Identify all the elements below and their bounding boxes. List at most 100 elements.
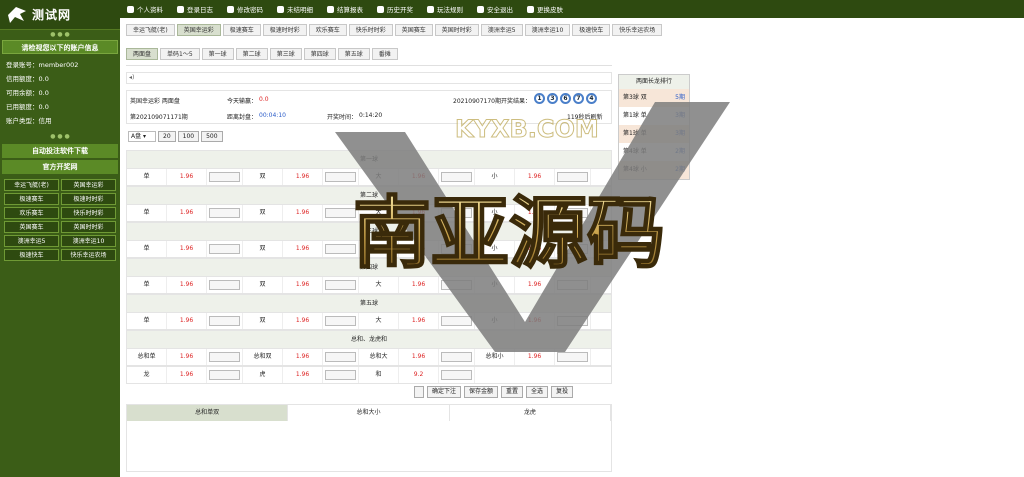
bet-amount-input[interactable] [209, 352, 240, 362]
chip-500[interactable]: 500 [201, 131, 223, 142]
game-link[interactable]: 英国时时彩 [61, 221, 116, 233]
bet-amount-input[interactable] [557, 244, 588, 254]
amount-input[interactable] [414, 386, 424, 398]
play-tab[interactable]: 第四球 [303, 48, 336, 60]
bet-row: 单 1.96 双 1.96 大 1.96 小 1.96 [126, 168, 612, 186]
game-tab[interactable]: 幸运飞艇(老) [126, 24, 175, 36]
bet-label: 双 [243, 169, 283, 185]
play-tab[interactable]: 第五球 [337, 48, 370, 60]
rank-item: 第1球 单 3期 [619, 107, 689, 125]
game-link[interactable]: 快乐幸运农场 [61, 249, 116, 261]
action-button[interactable]: 保存金额 [464, 386, 499, 398]
game-tab[interactable]: 澳洲幸运10 [524, 24, 571, 36]
play-tab[interactable]: 第三球 [269, 48, 302, 60]
bet-amount-input[interactable] [557, 208, 588, 218]
play-tab[interactable]: 单码1～5 [160, 48, 200, 60]
top-nav-item[interactable]: 个人资料 [127, 4, 163, 14]
game-tab[interactable]: 快乐时时彩 [348, 24, 393, 36]
top-nav-item[interactable]: 修改密码 [227, 4, 263, 14]
bet-amount-input[interactable] [325, 172, 356, 182]
bet-amount-input[interactable] [557, 316, 588, 326]
bet-amount-input[interactable] [325, 352, 356, 362]
game-tab[interactable]: 极速快车 [572, 24, 611, 36]
action-button[interactable]: 全选 [526, 386, 549, 398]
top-nav-item[interactable]: 玩法规则 [427, 4, 463, 14]
action-button[interactable]: 重置 [501, 386, 524, 398]
top-nav-item[interactable]: 结算报表 [327, 4, 363, 14]
game-tab[interactable]: 极速赛车 [222, 24, 261, 36]
summary-tab[interactable]: 总和单双 [127, 405, 289, 421]
game-tab[interactable]: 澳洲幸运5 [480, 24, 523, 36]
game-tab[interactable]: 欢乐赛车 [308, 24, 347, 36]
bet-amount-input[interactable] [325, 208, 356, 218]
top-nav-item[interactable]: 未结明细 [277, 4, 313, 14]
play-tab[interactable]: 番摊 [371, 48, 398, 60]
game-link[interactable]: 幸运飞艇(老) [4, 179, 59, 191]
plate-select[interactable]: A盘 ▾ [128, 131, 156, 142]
action-button[interactable]: 复投 [551, 386, 574, 398]
bet-amount-input[interactable] [441, 208, 472, 218]
bet-amount-input[interactable] [325, 280, 356, 290]
draw-info: 英国幸运彩 两面盘 今天输赢： 0.0 20210907170期开奖结果： 13… [126, 90, 612, 124]
chip-100[interactable]: 100 [177, 131, 200, 142]
bet-amount-input[interactable] [209, 208, 240, 218]
bet-label: 小 [475, 205, 515, 221]
game-link[interactable]: 英国幸运彩 [61, 179, 116, 191]
top-nav-item[interactable]: 安全退出 [477, 4, 513, 14]
summary-tabs: 总和单双 总和大小 龙虎 [127, 405, 611, 421]
top-nav-item[interactable]: 登录日志 [177, 4, 213, 14]
bet-amount-input[interactable] [441, 352, 472, 362]
bet-amount-input[interactable] [209, 370, 240, 380]
bet-amount-input[interactable] [325, 370, 356, 380]
bet-odds: 1.96 [399, 313, 439, 329]
game-links: 幸运飞艇(老) 英国幸运彩 极速赛车 极速时时彩 欢乐赛车 快乐时时彩 英国赛车 英国时时彩澳… [0, 176, 120, 264]
game-tab[interactable]: 英国赛车 [394, 24, 433, 36]
bet-amount-input[interactable] [209, 316, 240, 326]
play-tab[interactable]: 第二球 [235, 48, 268, 60]
game-link[interactable]: 极速快车 [4, 249, 59, 261]
bet-label: 总和小 [475, 349, 515, 365]
bet-amount-input[interactable] [441, 370, 472, 380]
nav-icon [227, 5, 234, 13]
game-tab[interactable]: 极速时时彩 [262, 24, 307, 36]
bet-amount-input[interactable] [209, 280, 240, 290]
game-link[interactable]: 快乐时时彩 [61, 207, 116, 219]
bet-row: 龙 1.96 虎 1.96 和 9.2 [126, 366, 612, 384]
game-link[interactable]: 欢乐赛车 [4, 207, 59, 219]
bet-label: 小 [475, 169, 515, 185]
section-title: 第三球 [126, 222, 612, 240]
summary-tab[interactable]: 总和大小 [288, 405, 450, 421]
close-label: 距离封盘： [227, 114, 258, 121]
game-link[interactable]: 英国赛车 [4, 221, 59, 233]
download-button[interactable]: 自动投注软件下载 [2, 144, 118, 158]
bet-amount-input[interactable] [441, 172, 472, 182]
bet-odds: 1.96 [283, 241, 323, 257]
refresh-text: 119秒后刷新 [567, 114, 603, 121]
game-tab[interactable]: 快乐幸运农场 [612, 24, 663, 36]
bet-amount-input[interactable] [441, 280, 472, 290]
bet-amount-input[interactable] [209, 244, 240, 254]
bet-amount-input[interactable] [325, 316, 356, 326]
bet-amount-input[interactable] [557, 172, 588, 182]
rank-title: 两面长龙排行 [619, 75, 689, 89]
game-link[interactable]: 澳洲幸运5 [4, 235, 59, 247]
game-link[interactable]: 极速赛车 [4, 193, 59, 205]
top-nav-item[interactable]: 更换皮肤 [527, 4, 563, 14]
bet-amount-input[interactable] [557, 280, 588, 290]
play-tab[interactable]: 两面盘 [126, 48, 159, 60]
game-tab[interactable]: 英国幸运彩 [176, 24, 221, 36]
logo[interactable]: 测试网 [0, 0, 120, 30]
bet-amount-input[interactable] [441, 316, 472, 326]
top-nav-item[interactable]: 历史开奖 [377, 4, 413, 14]
game-tab[interactable]: 英国时时彩 [434, 24, 479, 36]
action-button[interactable]: 确定下注 [427, 386, 462, 398]
game-link[interactable]: 澳洲幸运10 [61, 235, 116, 247]
chip-20[interactable]: 20 [158, 131, 176, 142]
bet-amount-input[interactable] [325, 244, 356, 254]
bet-amount-input[interactable] [441, 244, 472, 254]
bet-amount-input[interactable] [209, 172, 240, 182]
summary-tab[interactable]: 龙虎 [450, 405, 611, 421]
bet-amount-input[interactable] [557, 352, 588, 362]
play-tab[interactable]: 第一球 [201, 48, 234, 60]
game-link[interactable]: 极速时时彩 [61, 193, 116, 205]
